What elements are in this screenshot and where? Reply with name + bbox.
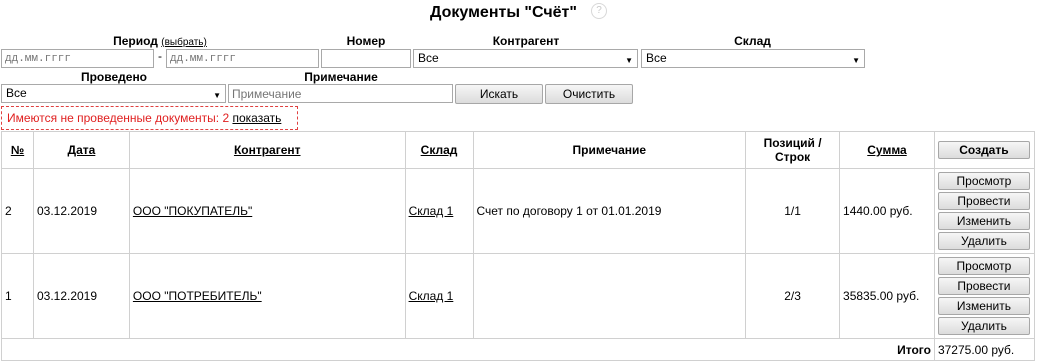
- number-input[interactable]: [321, 49, 411, 68]
- total-label: Итого: [1, 338, 935, 361]
- show-unposted-link[interactable]: показать: [232, 111, 281, 125]
- posted-select-value: Все: [6, 86, 27, 100]
- counterparty-select-value: Все: [418, 51, 439, 65]
- dropdown-arrow-icon: ▼: [213, 91, 221, 100]
- posted-label: Проведено: [80, 70, 148, 84]
- row-sum: 35835.00 руб.: [839, 253, 935, 339]
- table-header-row: № Дата Контрагент Склад Примечание Позиц…: [1, 131, 1036, 169]
- col-header-num[interactable]: №: [1, 131, 34, 169]
- counterparty-label: Контрагент: [492, 34, 560, 48]
- col-header-positions: Позиций / Строк: [745, 131, 841, 169]
- row-warehouse-cell: Склад 1: [404, 168, 474, 254]
- page-title-text: Документы "Счёт": [430, 4, 577, 21]
- col-header-warehouse[interactable]: Склад: [404, 131, 474, 169]
- warehouse-label: Склад: [734, 34, 771, 48]
- unposted-warning-text: Имеются не проведенные документы: 2: [7, 111, 230, 125]
- posted-select[interactable]: Все ▼: [1, 84, 226, 103]
- dropdown-arrow-icon: ▼: [625, 56, 633, 65]
- counterparty-select[interactable]: Все ▼: [413, 49, 638, 68]
- row-counterparty-cell: ООО "ПОКУПАТЕЛЬ": [128, 168, 406, 254]
- edit-button[interactable]: Изменить: [937, 296, 1030, 315]
- create-cell: Создать: [933, 131, 1036, 169]
- clear-button[interactable]: Очистить: [545, 84, 633, 104]
- row-date: 03.12.2019: [32, 253, 130, 339]
- col-header-sum[interactable]: Сумма: [839, 131, 935, 169]
- delete-button[interactable]: Удалить: [937, 231, 1030, 250]
- row-counterparty-cell: ООО "ПОТРЕБИТЕЛЬ": [128, 253, 406, 339]
- row-positions: 2/3: [745, 253, 841, 339]
- unposted-warning: Имеются не проведенные документы: 2 пока…: [1, 106, 298, 130]
- warehouse-select[interactable]: Все ▼: [641, 49, 865, 68]
- delete-button[interactable]: Удалить: [937, 316, 1030, 335]
- period-label: Период (выбрать): [0, 34, 320, 48]
- date-to-input[interactable]: [166, 49, 319, 68]
- row-note: [472, 253, 747, 339]
- row-counterparty-link[interactable]: ООО "ПОТРЕБИТЕЛЬ": [133, 289, 262, 303]
- total-row: Итого 37275.00 руб.: [1, 338, 1036, 361]
- row-date: 03.12.2019: [32, 168, 130, 254]
- row-sum: 1440.00 руб.: [839, 168, 935, 254]
- documents-table: № Дата Контрагент Склад Примечание Позиц…: [1, 131, 1036, 361]
- warehouse-select-value: Все: [646, 51, 667, 65]
- row-warehouse-link[interactable]: Склад 1: [409, 204, 454, 218]
- row-counterparty-link[interactable]: ООО "ПОКУПАТЕЛЬ": [133, 204, 252, 218]
- date-separator: -: [158, 49, 162, 63]
- date-from-input[interactable]: [1, 49, 154, 68]
- post-button[interactable]: Провести: [937, 276, 1030, 295]
- period-select-link[interactable]: (выбрать): [161, 37, 207, 48]
- period-label-text: Период: [113, 34, 158, 48]
- row-num: 2: [1, 168, 34, 254]
- row-warehouse-link[interactable]: Склад 1: [409, 289, 454, 303]
- search-button[interactable]: Искать: [455, 84, 543, 104]
- col-header-date[interactable]: Дата: [32, 131, 130, 169]
- view-button[interactable]: Просмотр: [937, 256, 1030, 275]
- col-header-counterparty[interactable]: Контрагент: [128, 131, 406, 169]
- note-label: Примечание: [304, 70, 378, 84]
- note-input[interactable]: [228, 84, 453, 103]
- page-title: Документы "Счёт"?: [0, 2, 1037, 22]
- col-header-note: Примечание: [472, 131, 747, 169]
- number-label: Номер: [346, 34, 386, 48]
- edit-button[interactable]: Изменить: [937, 211, 1030, 230]
- create-button[interactable]: Создать: [937, 140, 1030, 159]
- dropdown-arrow-icon: ▼: [852, 56, 860, 65]
- row-warehouse-cell: Склад 1: [404, 253, 474, 339]
- row-actions: Просмотр Провести Изменить Удалить: [933, 253, 1036, 339]
- table-row: 2 03.12.2019 ООО "ПОКУПАТЕЛЬ" Склад 1 Сч…: [1, 168, 1036, 254]
- view-button[interactable]: Просмотр: [937, 171, 1030, 190]
- row-note: Счет по договору 1 от 01.01.2019: [472, 168, 747, 254]
- post-button[interactable]: Провести: [937, 191, 1030, 210]
- total-value: 37275.00 руб.: [933, 338, 1036, 361]
- row-positions: 1/1: [745, 168, 841, 254]
- row-num: 1: [1, 253, 34, 339]
- row-actions: Просмотр Провести Изменить Удалить: [933, 168, 1036, 254]
- table-row: 1 03.12.2019 ООО "ПОТРЕБИТЕЛЬ" Склад 1 2…: [1, 253, 1036, 339]
- help-icon[interactable]: ?: [590, 2, 607, 19]
